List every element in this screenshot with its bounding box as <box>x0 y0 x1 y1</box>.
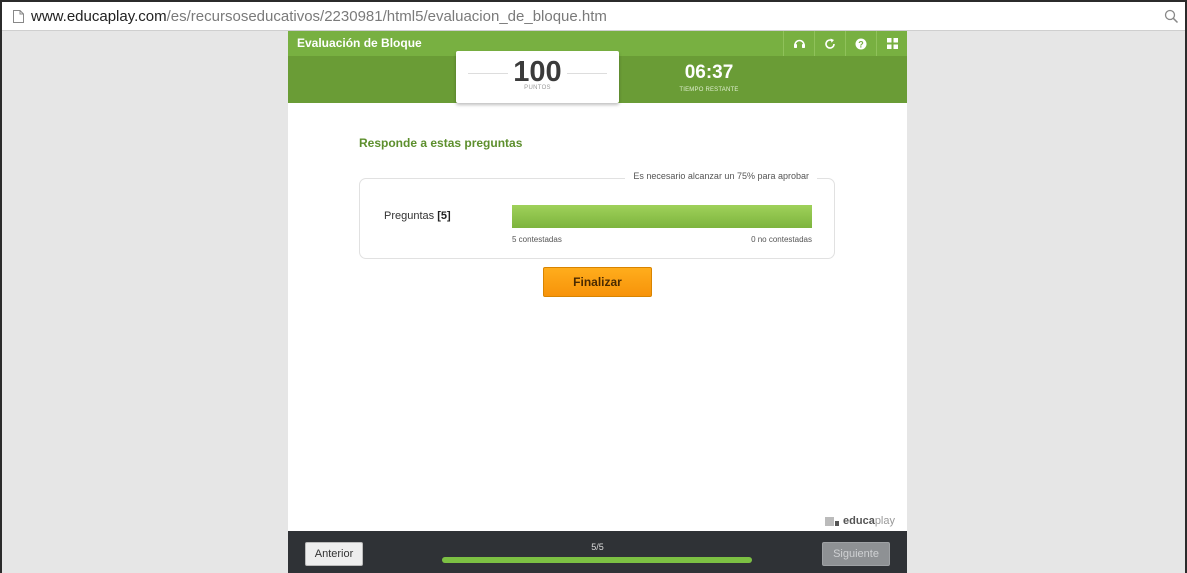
activity-panel: Evaluación de Bloque ? 100 PUNTOS 06:37 … <box>288 31 907 573</box>
questions-label: Preguntas [5] <box>384 210 451 222</box>
question-counter: 5/5 <box>591 542 604 552</box>
score-card: 100 PUNTOS <box>456 51 619 103</box>
timer: 06:37 TIEMPO RESTANTE <box>665 62 753 93</box>
progress-bar <box>442 557 752 563</box>
url-host: www.educaplay.com <box>31 8 167 25</box>
questions-count: [5] <box>437 210 451 222</box>
answered-count: 5 contestadas <box>512 235 562 244</box>
toolbar: ? <box>783 31 907 56</box>
next-button[interactable]: Siguiente <box>822 542 890 566</box>
section-heading: Responde a estas preguntas <box>359 136 523 150</box>
page-icon <box>13 10 24 23</box>
questions-label-text: Preguntas <box>384 210 435 222</box>
timer-label: TIEMPO RESTANTE <box>679 87 739 93</box>
answered-bar-fill <box>512 205 812 228</box>
logo-text-light: play <box>874 515 895 527</box>
url-text[interactable]: www.educaplay.com/es/recursoseducativos/… <box>31 8 607 25</box>
footer-nav: Anterior 5/5 Siguiente <box>288 531 907 573</box>
finish-button[interactable]: Finalizar <box>543 267 652 297</box>
zoom-icon[interactable] <box>1164 9 1179 24</box>
unanswered-count: 0 no contestadas <box>751 235 812 244</box>
pass-requirement: Es necesario alcanzar un 75% para aproba… <box>625 171 817 181</box>
score-label: PUNTOS <box>524 85 551 91</box>
url-path: /es/recursoseducativos/2230981/html5/eva… <box>166 8 607 25</box>
svg-text:?: ? <box>858 39 864 49</box>
address-bar[interactable]: www.educaplay.com/es/recursoseducativos/… <box>2 2 1185 31</box>
restart-icon[interactable] <box>814 31 845 56</box>
timer-value: 06:37 <box>684 62 734 83</box>
educaplay-logo: educa play <box>825 515 895 527</box>
answered-bar <box>512 205 812 228</box>
activity-title: Evaluación de Bloque <box>297 36 422 50</box>
help-icon[interactable]: ? <box>845 31 876 56</box>
progress-bar-fill <box>442 557 752 563</box>
logo-icon <box>825 516 840 526</box>
summary-box: Es necesario alcanzar un 75% para aproba… <box>359 171 835 259</box>
grid-icon[interactable] <box>876 31 907 56</box>
sound-icon[interactable] <box>783 31 814 56</box>
logo-text-bold: educa <box>843 515 875 527</box>
